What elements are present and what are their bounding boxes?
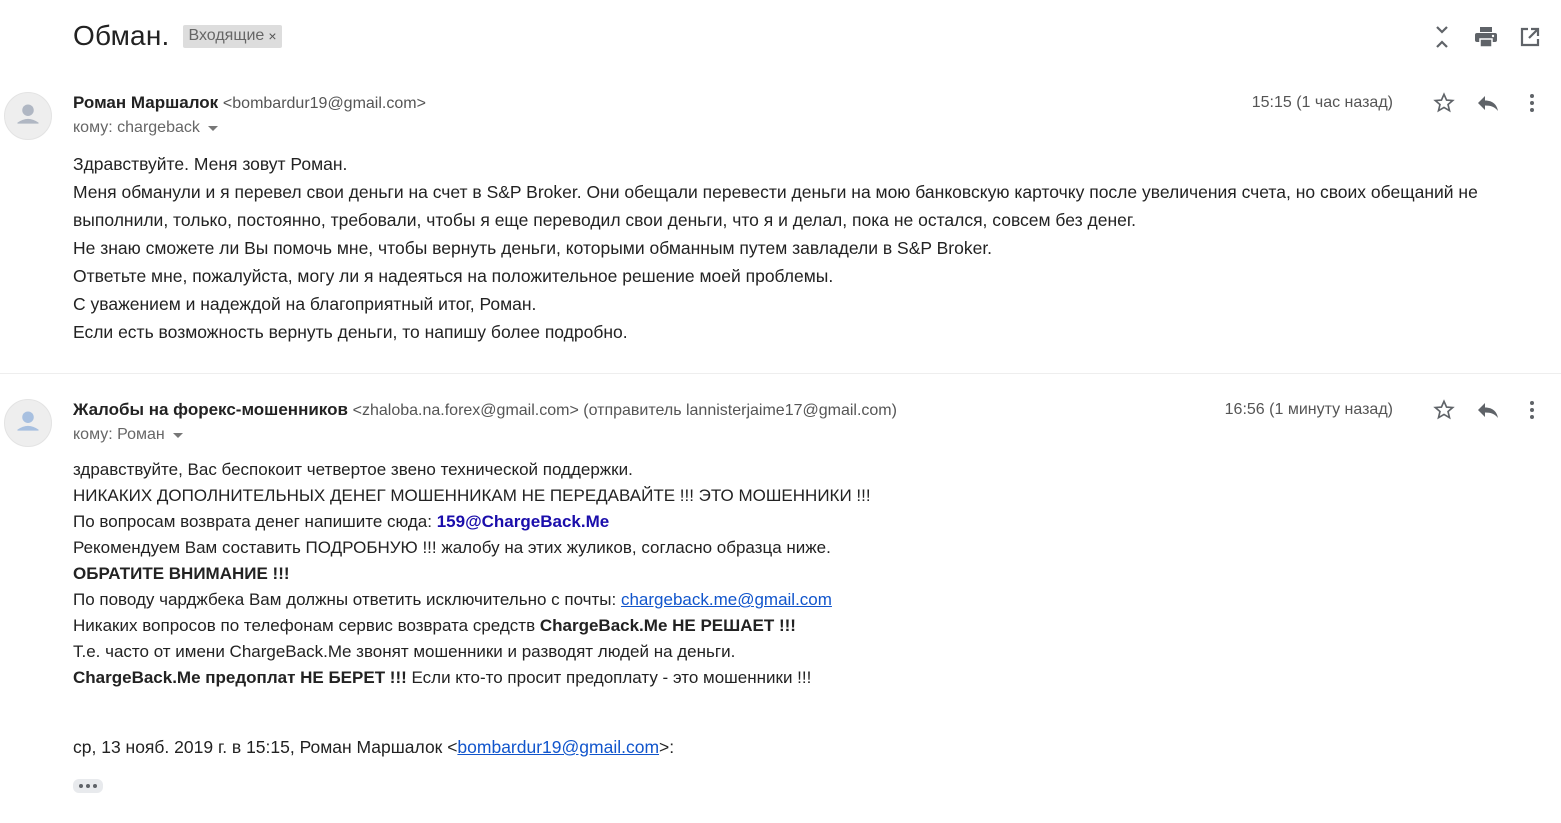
- body-line: Не знаю сможете ли Вы помочь мне, чтобы …: [73, 238, 993, 258]
- thread-subject: Обман.: [73, 20, 170, 51]
- body-line: Меня обманули и я перевел свои деньги на…: [73, 182, 1478, 230]
- sender-name[interactable]: Роман Маршалок: [73, 93, 218, 112]
- body-line: ChargeBack.Me предоплат НЕ БЕРЕТ !!! Есл…: [73, 665, 1513, 691]
- dot-icon: [86, 784, 90, 788]
- star-icon[interactable]: [1431, 397, 1457, 423]
- dot-icon: [79, 784, 83, 788]
- show-details-caret-icon[interactable]: [207, 125, 218, 131]
- collapse-all-icon[interactable]: [1429, 24, 1455, 50]
- message-time: 15:15 (1 час назад): [1251, 94, 1393, 111]
- print-icon[interactable]: [1473, 24, 1499, 50]
- recipient-text: кому: chargeback: [73, 119, 200, 136]
- body-line: НИКАКИХ ДОПОЛНИТЕЛЬНЫХ ДЕНЕГ МОШЕННИКАМ …: [73, 486, 871, 505]
- message-body: здравствуйте, Вас беспокоит четвертое зв…: [73, 457, 1513, 691]
- body-line: С уважением и надеждой на благоприятный …: [73, 294, 537, 314]
- body-line: По поводу чарджбека Вам должны ответить …: [73, 587, 1513, 613]
- sender-email: <bombardur19@gmail.com>: [222, 95, 426, 112]
- label-chip-text: Входящие: [188, 26, 265, 44]
- body-line: Никаких вопросов по телефонам сервис воз…: [73, 613, 1513, 639]
- body-line: По вопросам возврата денег напишите сюда…: [73, 509, 1513, 535]
- body-line: здравствуйте, Вас беспокоит четвертое зв…: [73, 460, 633, 479]
- reply-icon[interactable]: [1475, 397, 1501, 423]
- message-divider: [0, 373, 1561, 374]
- dot-icon: [93, 784, 97, 788]
- thread-header: Обман. Входящие ×: [73, 20, 282, 52]
- body-text-bold: ChargeBack.Me НЕ РЕШАЕТ !!!: [539, 616, 796, 635]
- avatar[interactable]: [4, 92, 52, 140]
- body-text: По поводу чарджбека Вам должны ответить …: [73, 590, 621, 609]
- body-line: Ответьте мне, пожалуйста, могу ли я наде…: [73, 266, 834, 286]
- message-actions: [1413, 397, 1545, 423]
- message-time: 16:56 (1 минуту назад): [1224, 401, 1393, 418]
- body-text-bold: ChargeBack.Me предоплат НЕ БЕРЕТ !!!: [73, 668, 407, 687]
- sender-line: Жалобы на форекс-мошенников <zhaloba.na.…: [73, 400, 897, 420]
- show-details-caret-icon[interactable]: [172, 432, 183, 438]
- recipient-line: кому: chargeback: [73, 119, 218, 137]
- body-line: Т.е. часто от имени ChargeBack.Me звонят…: [73, 642, 736, 661]
- body-line-bold: ОБРАТИТЕ ВНИМАНИЕ !!!: [73, 564, 290, 583]
- thread-toolbar: [1429, 24, 1543, 50]
- recipient-line: кому: Роман: [73, 426, 183, 444]
- sender-line: Роман Маршалок <bombardur19@gmail.com>: [73, 93, 426, 113]
- star-icon[interactable]: [1431, 90, 1457, 116]
- body-line: Рекомендуем Вам составить ПОДРОБНУЮ !!! …: [73, 538, 831, 557]
- label-chip-inbox[interactable]: Входящие ×: [183, 24, 282, 48]
- body-text: Если кто-то просит предоплату - это моше…: [406, 668, 812, 687]
- sender-email: <zhaloba.na.forex@gmail.com> (отправител…: [352, 402, 897, 419]
- quote-prefix: ср, 13 нояб. 2019 г. в 15:15, Роман Марш…: [73, 737, 458, 757]
- sender-name[interactable]: Жалобы на форекс-мошенников: [73, 400, 348, 419]
- message-body: Здравствуйте. Меня зовут Роман. Меня обм…: [73, 150, 1513, 346]
- more-options-icon[interactable]: [1519, 397, 1545, 423]
- open-in-new-window-icon[interactable]: [1517, 24, 1543, 50]
- support-email-link[interactable]: 159@ChargeBack.Me: [437, 512, 610, 531]
- recipient-text: кому: Роман: [73, 426, 165, 443]
- reply-icon[interactable]: [1475, 90, 1501, 116]
- remove-label-icon[interactable]: ×: [268, 28, 276, 44]
- message-actions: [1413, 90, 1545, 116]
- body-line: Здравствуйте. Меня зовут Роман.: [73, 154, 348, 174]
- body-text: Никаких вопросов по телефонам сервис воз…: [73, 616, 540, 635]
- quote-suffix: >:: [659, 737, 675, 757]
- body-line: Если есть возможность вернуть деньги, то…: [73, 322, 628, 342]
- quoted-sender-email-link[interactable]: bombardur19@gmail.com: [457, 737, 659, 757]
- avatar[interactable]: [4, 399, 52, 447]
- chargeback-email-link[interactable]: chargeback.me@gmail.com: [621, 590, 832, 609]
- show-trimmed-content-button[interactable]: [73, 779, 103, 793]
- more-options-icon[interactable]: [1519, 90, 1545, 116]
- quoted-header: ср, 13 нояб. 2019 г. в 15:15, Роман Марш…: [73, 737, 674, 758]
- body-text: По вопросам возврата денег напишите сюда…: [73, 512, 437, 531]
